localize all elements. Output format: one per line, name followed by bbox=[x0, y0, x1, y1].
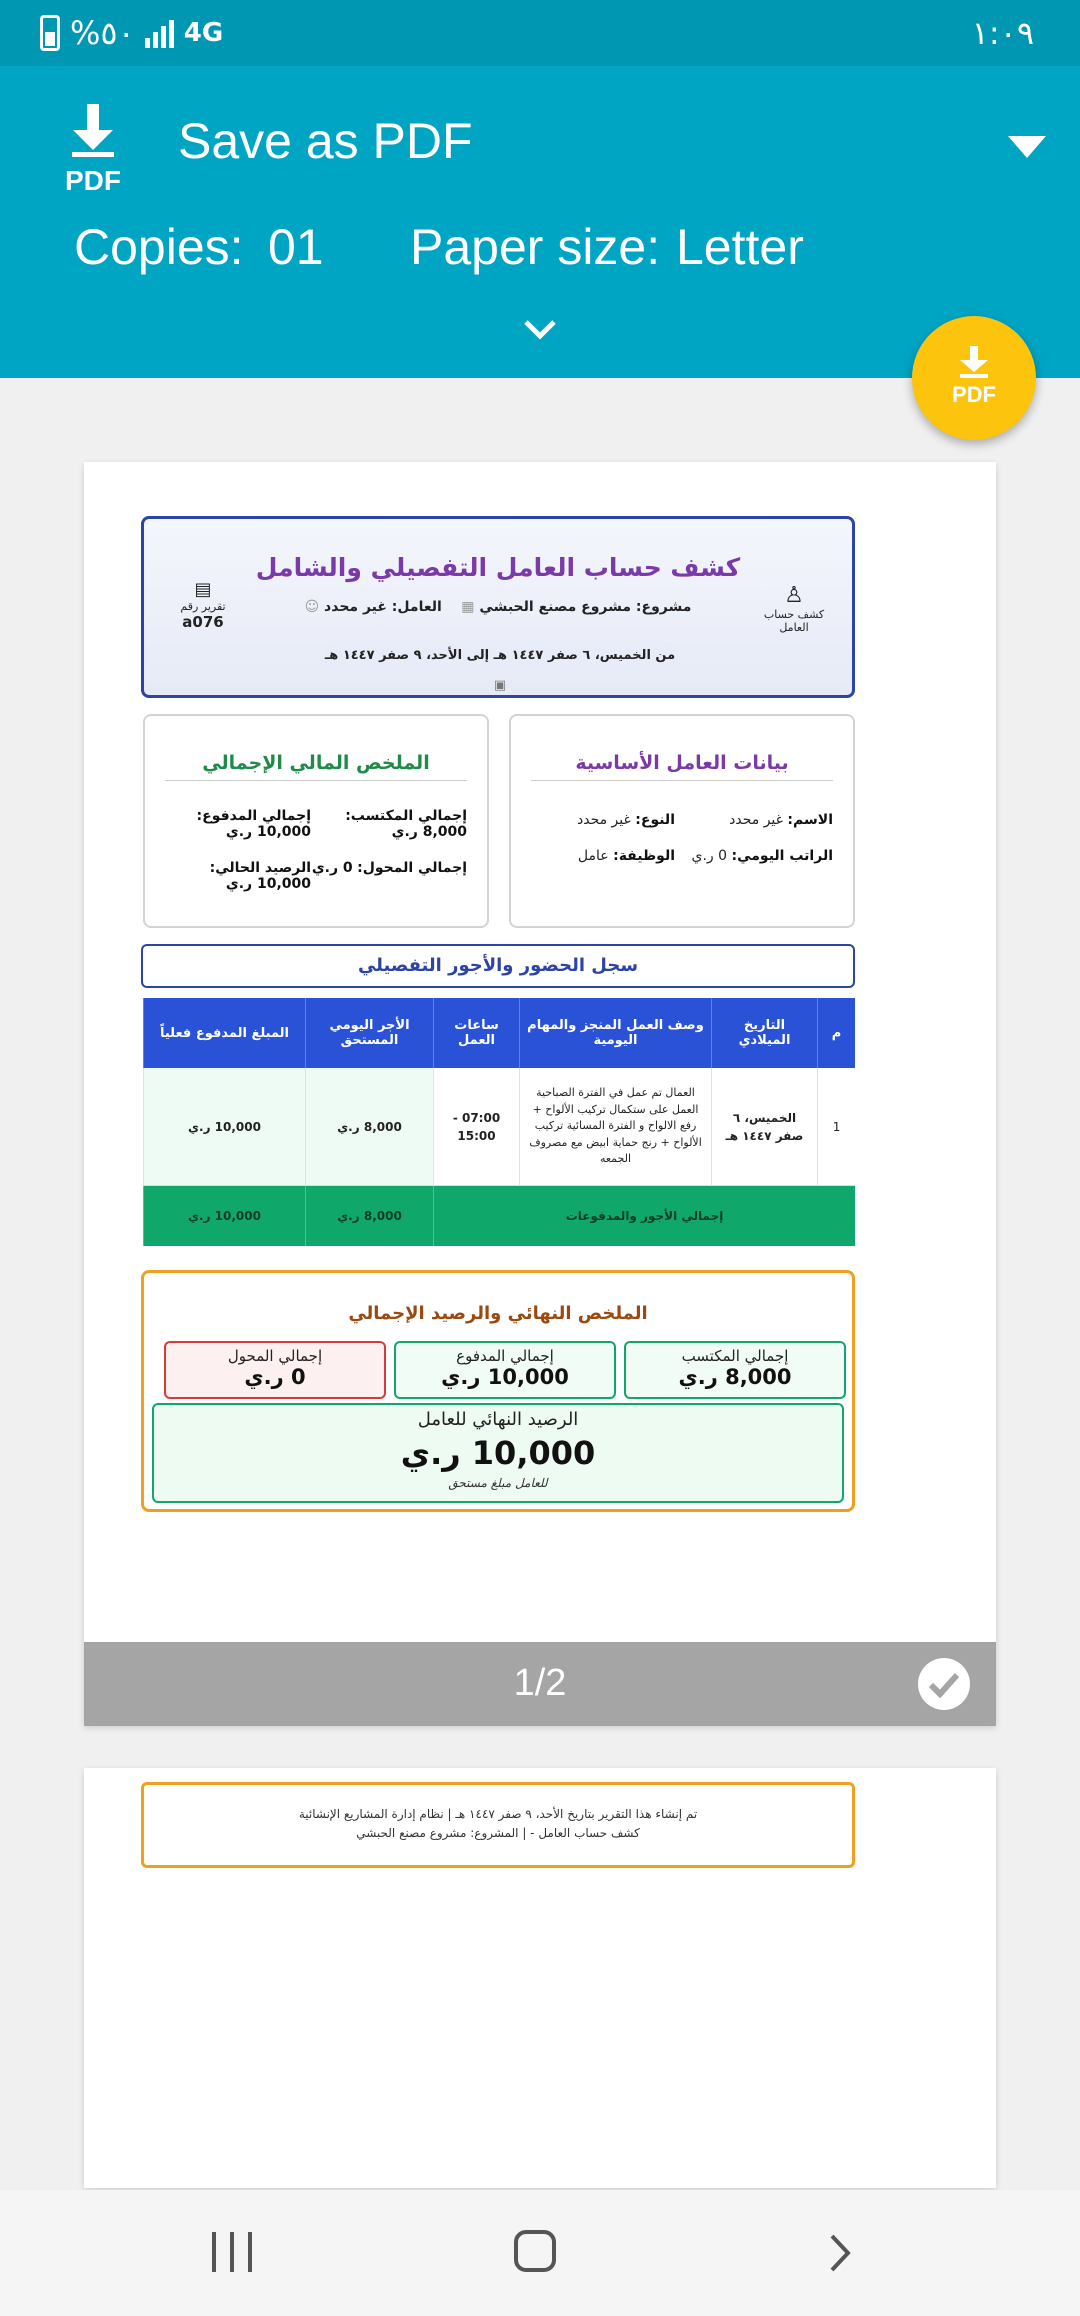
final-summary-title: الملخص النهائي والرصيد الإجمالي bbox=[348, 1303, 648, 1324]
report-type-label: كشف حساب العامل bbox=[763, 608, 825, 634]
financial-summary-card: الملخص المالي الإجمالي إجمالي المكتسب: 8,… bbox=[143, 714, 489, 928]
report-number-label: تقرير رقم bbox=[180, 600, 226, 613]
worker-card-title: بيانات العامل الأساسية bbox=[531, 752, 833, 781]
fin-paid: إجمالي المدفوع: 10,000 ر.ي bbox=[196, 808, 311, 840]
person-icon: ☺ bbox=[304, 599, 320, 615]
footer-paid: 10,000 ر.ي bbox=[143, 1186, 305, 1246]
financial-card-title: الملخص المالي الإجمالي bbox=[165, 752, 467, 781]
th-daily-wage: الأجر اليومي المستحق bbox=[305, 998, 433, 1068]
report-number-value: a076 bbox=[182, 613, 224, 631]
report-project-worker: مشروع: مشروع مصنع الحبشي ▦ العامل: غير م… bbox=[144, 599, 852, 615]
worker-type: النوع: غير محدد bbox=[576, 812, 675, 828]
final-balance-value: 10,000 ر.ي bbox=[400, 1434, 596, 1472]
table-row: 1 الخميس، ٦ صفر ١٤٤٧ هـ العمال تم عمل في… bbox=[143, 1068, 855, 1186]
summary-earned-value: 8,000 ر.ي bbox=[678, 1365, 792, 1389]
cell-no: 1 bbox=[817, 1068, 855, 1185]
battery-percent: %٥٠ bbox=[70, 14, 135, 52]
fab-text: PDF bbox=[952, 382, 996, 407]
pdf-icon-text: PDF bbox=[65, 165, 121, 196]
summary-paid-value: 10,000 ر.ي bbox=[441, 1365, 569, 1389]
preview-page-1[interactable]: كشف حساب العامل التفصيلي والشامل مشروع: … bbox=[84, 462, 996, 1726]
pdf-file-icon: PDF bbox=[56, 102, 130, 202]
report-period-text: من الخميس، ٦ صفر ١٤٤٧ هـ إلى الأحد، ٩ صف… bbox=[324, 648, 676, 663]
chevron-down-icon[interactable] bbox=[1008, 136, 1046, 158]
building-icon: ▦ bbox=[456, 599, 475, 615]
summary-paid: إجمالي المدفوع 10,000 ر.ي bbox=[394, 1341, 616, 1399]
final-balance: الرصيد النهائي للعامل 10,000 ر.ي للعامل … bbox=[152, 1403, 844, 1503]
th-hours: ساعات العمل bbox=[433, 998, 519, 1068]
worker-wage: الراتب اليومي: 0 ر.ي bbox=[691, 848, 834, 864]
summary-earned-label: إجمالي المكتسب bbox=[681, 1347, 789, 1365]
footer-line-1: تم إنشاء هذا التقرير بتاريخ الأحد، ٩ صفر… bbox=[298, 1807, 698, 1821]
report-footer: تم إنشاء هذا التقرير بتاريخ الأحد، ٩ صفر… bbox=[141, 1782, 855, 1868]
paper-size-value[interactable]: Letter bbox=[676, 218, 804, 276]
report-number: ▤ تقرير رقم a076 bbox=[168, 579, 238, 631]
th-no: م bbox=[817, 998, 855, 1068]
status-time: ١:٠٩ bbox=[971, 14, 1034, 52]
navigation-bar bbox=[0, 2190, 1080, 2316]
status-bar: %٥٠ 4G ١:٠٩ bbox=[0, 0, 1080, 66]
cell-paid: 10,000 ر.ي bbox=[143, 1068, 305, 1185]
footer-wage: 8,000 ر.ي bbox=[305, 1186, 433, 1246]
home-icon[interactable] bbox=[514, 2230, 556, 2272]
table-header-row: م التاريخ الميلادي وصف العمل المنجز والم… bbox=[143, 998, 855, 1068]
copies-value[interactable]: 01 bbox=[268, 218, 324, 276]
copies-label: Copies: bbox=[74, 219, 244, 275]
worker-name: الاسم: غير محدد bbox=[729, 812, 833, 828]
th-description: وصف العمل المنجز والمهام اليومية bbox=[519, 998, 711, 1068]
report-title: كشف حساب العامل التفصيلي والشامل bbox=[255, 553, 741, 582]
cell-description: العمال تم عمل في الفترة الصباحية العمل ع… bbox=[519, 1068, 711, 1185]
user-icon: ♙ bbox=[784, 583, 804, 608]
footer-label: إجمالي الأجور والمدفوعات bbox=[433, 1186, 855, 1246]
status-left: %٥٠ 4G bbox=[40, 14, 223, 52]
cell-hours: 07:00 - 15:00 bbox=[433, 1068, 519, 1185]
report-project: مشروع: مشروع مصنع الحبشي bbox=[479, 599, 692, 615]
cell-wage: 8,000 ر.ي bbox=[305, 1068, 433, 1185]
cell-date: الخميس، ٦ صفر ١٤٤٧ هـ bbox=[711, 1068, 817, 1185]
worker-job: الوظيفة: عامل bbox=[577, 848, 675, 864]
table-footer-row: إجمالي الأجور والمدفوعات 8,000 ر.ي 10,00… bbox=[143, 1186, 855, 1246]
footer-line-2: كشف حساب العامل - | المشروع: مشروع مصنع … bbox=[356, 1826, 640, 1841]
back-icon[interactable] bbox=[820, 2232, 860, 2274]
summary-paid-label: إجمالي المدفوع bbox=[456, 1347, 554, 1365]
calendar-icon: ▣ bbox=[493, 678, 507, 693]
recent-apps-icon[interactable] bbox=[212, 2232, 252, 2272]
th-paid: المبلغ المدفوع فعلياً bbox=[143, 998, 305, 1068]
destination-select[interactable]: Save as PDF bbox=[178, 112, 473, 170]
battery-icon bbox=[40, 15, 60, 51]
th-date: التاريخ الميلادي bbox=[711, 998, 817, 1068]
report-header: كشف حساب العامل التفصيلي والشامل مشروع: … bbox=[141, 516, 855, 698]
attendance-table: م التاريخ الميلادي وصف العمل المنجز والم… bbox=[143, 998, 855, 1246]
worker-info-card: بيانات العامل الأساسية الاسم: غير محدد ا… bbox=[509, 714, 855, 928]
final-summary-box: الملخص النهائي والرصيد الإجمالي إجمالي ا… bbox=[141, 1270, 855, 1512]
print-options-header: PDF Save as PDF Copies: 01 Paper size: L… bbox=[0, 66, 1080, 378]
summary-transferred-label: إجمالي المحول bbox=[227, 1347, 323, 1365]
expand-options-icon[interactable] bbox=[520, 314, 560, 344]
summary-transferred: إجمالي المحول 0 ر.ي bbox=[164, 1341, 386, 1399]
summary-earned: إجمالي المكتسب 8,000 ر.ي bbox=[624, 1341, 846, 1399]
network-type: 4G bbox=[183, 18, 224, 48]
download-pdf-button[interactable]: PDF bbox=[912, 316, 1036, 440]
page-indicator: 1/2 bbox=[513, 1662, 567, 1704]
signal-icon bbox=[144, 18, 174, 48]
paper-size-label: Paper size: bbox=[410, 219, 661, 275]
page-selector-bar[interactable]: 1/2 bbox=[84, 1642, 996, 1726]
preview-page-2[interactable]: تم إنشاء هذا التقرير بتاريخ الأحد، ٩ صفر… bbox=[84, 1768, 996, 2188]
fin-earned: إجمالي المكتسب: 8,000 ر.ي bbox=[345, 808, 467, 840]
final-balance-label: الرصيد النهائي للعامل bbox=[417, 1409, 579, 1430]
summary-transferred-value: 0 ر.ي bbox=[244, 1365, 306, 1389]
report-type: ♙ كشف حساب العامل bbox=[754, 583, 834, 634]
final-balance-note: للعامل مبلغ مستحق bbox=[448, 1476, 548, 1490]
check-icon[interactable] bbox=[918, 1658, 970, 1710]
report-worker: العامل: غير محدد bbox=[324, 599, 442, 615]
fin-transferred: إجمالي المحول: 0 ر.ي bbox=[311, 860, 467, 876]
attendance-section-title: سجل الحضور والأجور التفصيلي bbox=[141, 944, 855, 988]
fin-balance: الرصيد الحالي: 10,000 ر.ي bbox=[209, 860, 311, 892]
report-period: من الخميس، ٦ صفر ١٤٤٧ هـ إلى الأحد، ٩ صف… bbox=[322, 641, 678, 693]
document-icon: ▤ bbox=[194, 579, 212, 600]
